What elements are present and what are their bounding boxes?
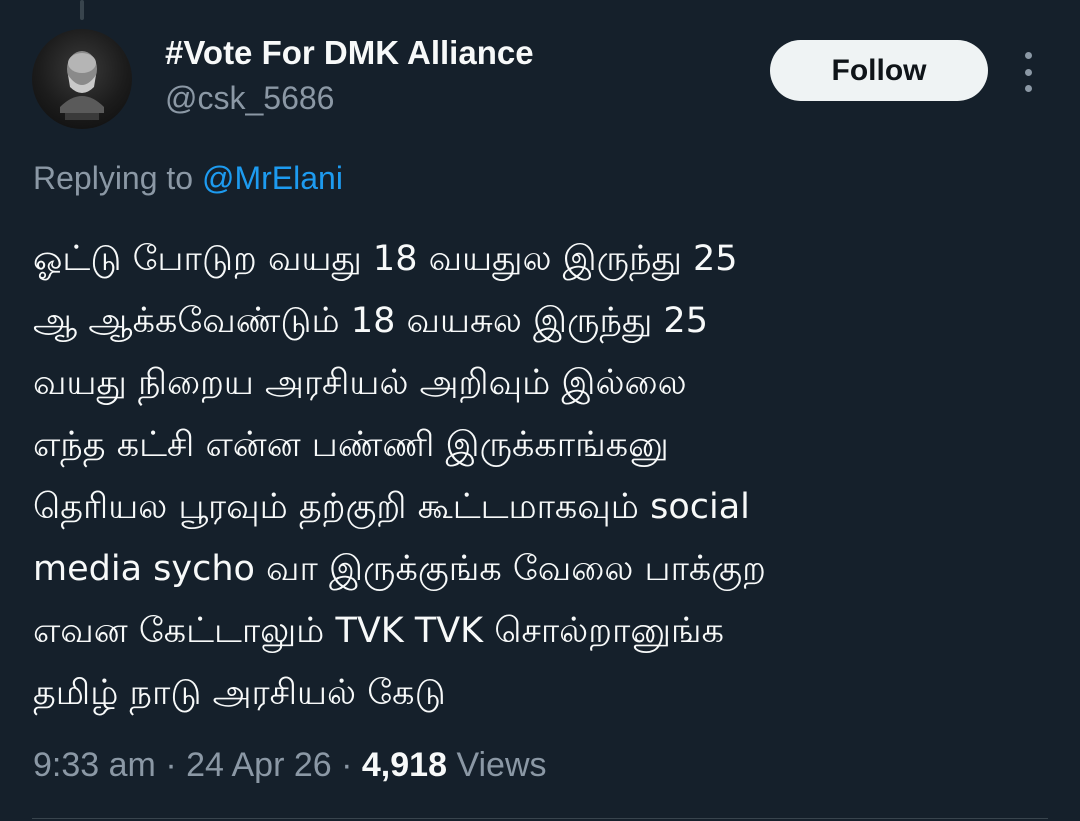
views-label: Views — [456, 746, 547, 784]
bust-statue-avatar-icon — [60, 51, 104, 120]
tweet-text-line: தமிழ் நாடு அரசியல் கேடு — [33, 673, 446, 713]
replying-to: Replying to @MrElani — [33, 160, 343, 197]
tweet-text-line: ஓட்டு போடுற வயது 18 வயதுல இருந்து 25 — [33, 239, 738, 279]
divider — [32, 818, 1048, 819]
more-vertical-icon[interactable] — [1016, 52, 1040, 92]
tweet-text-line: ஆ ஆக்கவேண்டும் 18 வயசுல இருந்து 25 — [33, 301, 708, 341]
reply-mention-link[interactable]: @MrElani — [202, 160, 343, 196]
avatar[interactable] — [32, 29, 132, 129]
author-display-name[interactable]: #Vote For DMK Alliance — [165, 34, 534, 72]
thread-connector-line — [80, 0, 84, 20]
tweet-text-line: வயது நிறைய அரசியல் அறிவும் இல்லை — [33, 363, 687, 403]
tweet-text-line: எவன கேட்டாலும் TVK TVK சொல்றானுங்க — [33, 611, 724, 651]
tweet-time[interactable]: 9:33 am — [33, 746, 156, 784]
meta-separator: · — [165, 746, 177, 784]
views-count: 4,918 — [361, 746, 447, 784]
tweet-text-line: media sycho வா இருக்குங்க வேலை பாக்குற — [33, 549, 766, 589]
tweet-meta: 9:33 am · 24 Apr 26 · 4,918 Views — [33, 746, 547, 785]
tweet-text: ஓட்டு போடுற வயது 18 வயதுல இருந்து 25 ஆ ஆ… — [33, 228, 1043, 724]
meta-separator: · — [341, 746, 353, 784]
author-handle[interactable]: @csk_5686 — [165, 80, 334, 117]
follow-button[interactable]: Follow — [770, 40, 988, 101]
replying-to-label: Replying to — [33, 160, 194, 196]
tweet-date[interactable]: 24 Apr 26 — [186, 746, 332, 784]
tweet-text-line: எந்த கட்சி என்ன பண்ணி இருக்காங்கனு — [33, 425, 669, 465]
tweet-text-line: தெரியல பூரவும் தற்குறி கூட்டமாகவும் soci… — [33, 487, 750, 527]
